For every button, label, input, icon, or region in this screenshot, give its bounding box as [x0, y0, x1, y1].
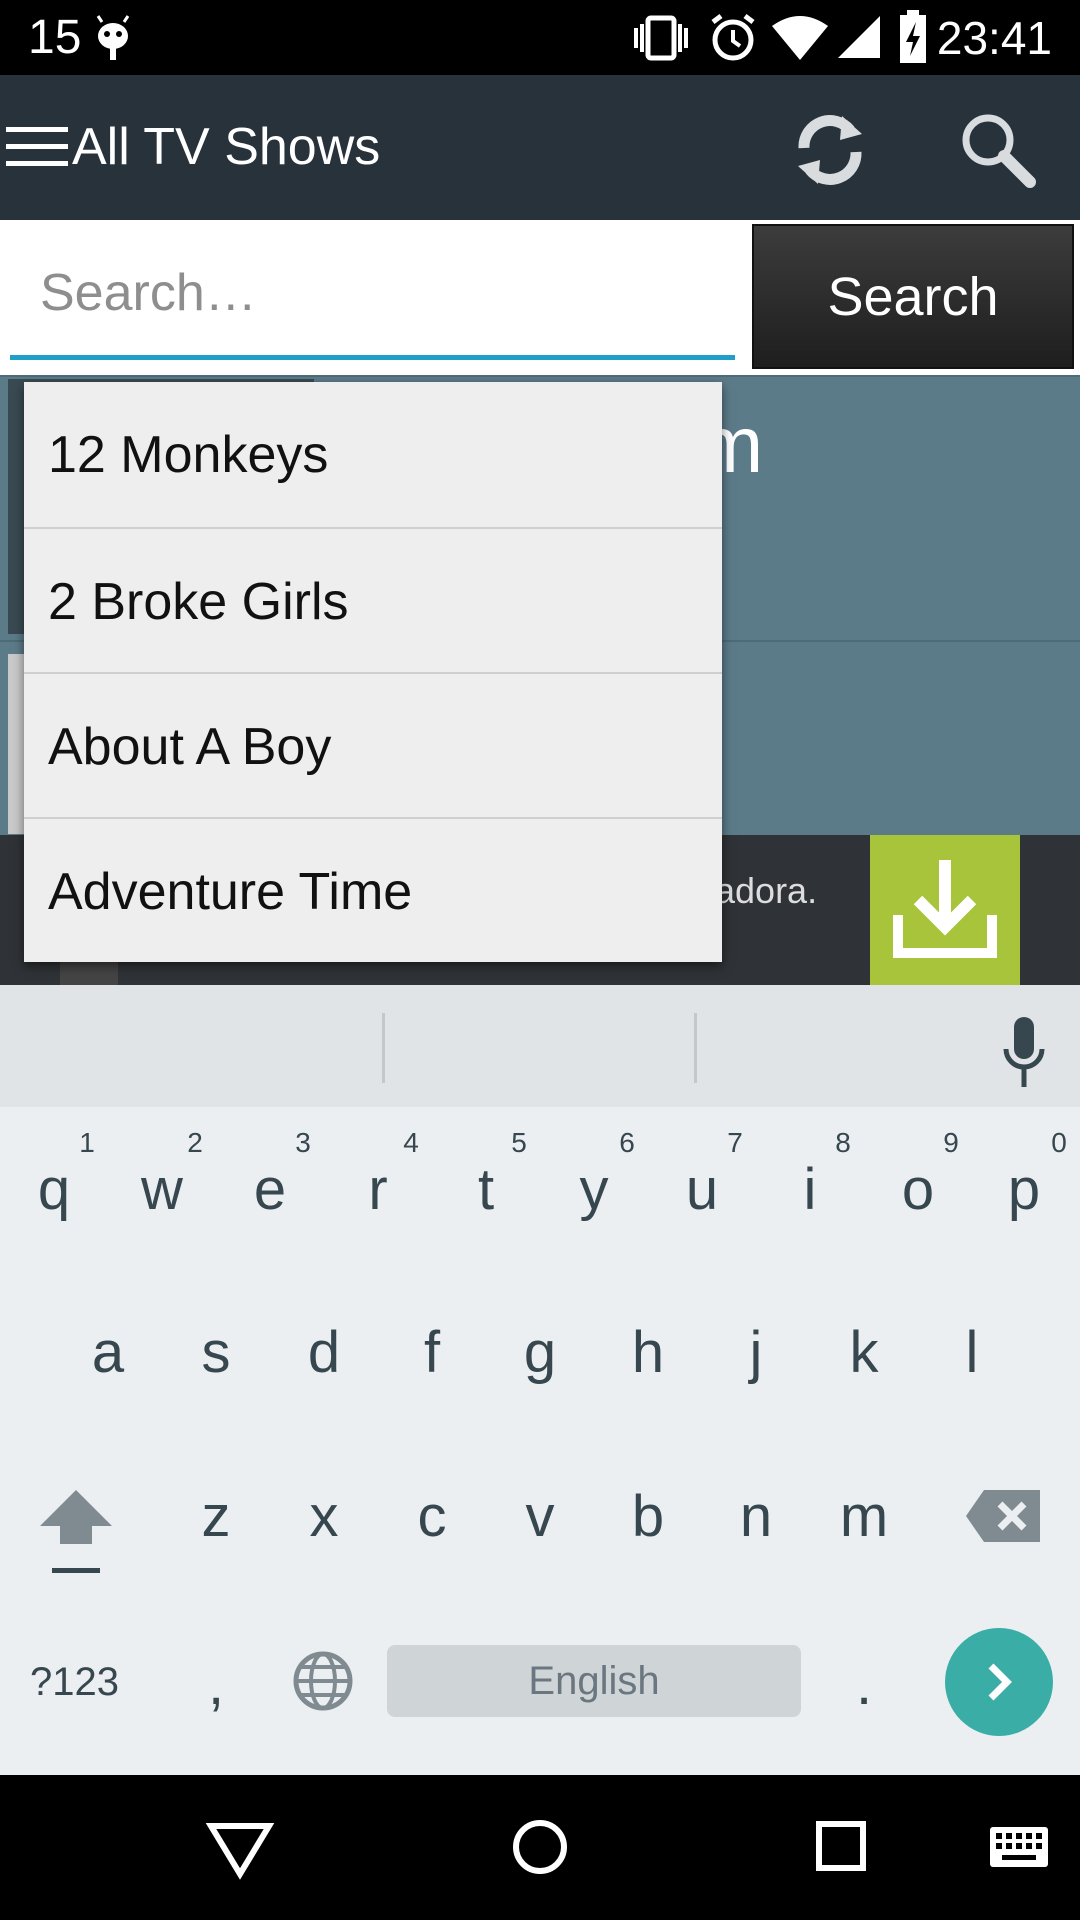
- key-d[interactable]: d: [284, 1318, 364, 1388]
- enter-key[interactable]: [945, 1628, 1053, 1736]
- key-x[interactable]: x: [284, 1482, 364, 1552]
- key-t[interactable]: t: [446, 1155, 526, 1225]
- download-icon: [893, 860, 997, 958]
- android-debug-icon: [96, 15, 130, 60]
- key-q[interactable]: q: [14, 1155, 94, 1225]
- alarm-icon: [711, 14, 755, 61]
- recents-icon[interactable]: [815, 1820, 867, 1872]
- key-z[interactable]: z: [176, 1482, 256, 1552]
- menu-icon[interactable]: [6, 125, 68, 169]
- key-e[interactable]: e: [230, 1155, 310, 1225]
- key-v[interactable]: v: [500, 1482, 580, 1552]
- battery-charging-icon: [900, 10, 926, 63]
- globe-icon[interactable]: [292, 1650, 354, 1712]
- search-button[interactable]: Search: [752, 224, 1074, 369]
- search-icon[interactable]: [958, 110, 1038, 190]
- vibrate-icon: [634, 15, 688, 61]
- wifi-icon: [772, 16, 828, 60]
- suggestion-strip[interactable]: [0, 985, 1080, 1107]
- key-period[interactable]: .: [824, 1650, 904, 1720]
- key-k[interactable]: k: [824, 1318, 904, 1388]
- symbols-key[interactable]: ?123: [30, 1660, 119, 1705]
- key-b[interactable]: b: [608, 1482, 688, 1552]
- autocomplete-dropdown: 12 Monkeys 2 Broke Girls About A Boy Adv…: [24, 382, 722, 962]
- page-title: All TV Shows: [72, 118, 381, 176]
- backspace-icon[interactable]: [964, 1488, 1044, 1544]
- key-h[interactable]: h: [608, 1318, 688, 1388]
- key-m[interactable]: m: [824, 1482, 904, 1552]
- navigation-bar: [0, 1775, 1080, 1920]
- key-s[interactable]: s: [176, 1318, 256, 1388]
- back-icon[interactable]: [205, 1820, 275, 1880]
- key-f[interactable]: f: [392, 1318, 472, 1388]
- search-input[interactable]: [10, 230, 735, 360]
- divider: [694, 1013, 697, 1083]
- dropdown-item[interactable]: 12 Monkeys: [24, 382, 722, 527]
- ad-text: adora.: [715, 870, 818, 911]
- app-bar: All TV Shows: [0, 75, 1080, 220]
- key-a[interactable]: a: [68, 1318, 148, 1388]
- home-icon[interactable]: [510, 1817, 570, 1877]
- ad-download-button[interactable]: [870, 835, 1020, 985]
- chevron-right-icon: [988, 1663, 1012, 1701]
- key-u[interactable]: u: [662, 1155, 742, 1225]
- microphone-icon[interactable]: [1000, 1015, 1048, 1095]
- key-comma[interactable]: ,: [176, 1650, 256, 1720]
- refresh-icon[interactable]: [790, 110, 870, 190]
- key-c[interactable]: c: [392, 1482, 472, 1552]
- key-y[interactable]: y: [554, 1155, 634, 1225]
- status-number: 15: [28, 11, 82, 64]
- dropdown-item[interactable]: Adventure Time: [24, 819, 722, 964]
- keyboard-switch-icon[interactable]: [988, 1825, 1050, 1869]
- divider: [382, 1013, 385, 1083]
- key-n[interactable]: n: [716, 1482, 796, 1552]
- status-time: 23:41: [936, 12, 1052, 64]
- key-o[interactable]: o: [878, 1155, 958, 1225]
- dropdown-item[interactable]: 2 Broke Girls: [24, 529, 722, 674]
- dropdown-item[interactable]: About A Boy: [24, 674, 722, 819]
- key-w[interactable]: w: [122, 1155, 202, 1225]
- key-r[interactable]: r: [338, 1155, 418, 1225]
- key-g[interactable]: g: [500, 1318, 580, 1388]
- key-p[interactable]: p: [984, 1155, 1064, 1225]
- shift-icon[interactable]: [36, 1488, 116, 1578]
- key-j[interactable]: j: [716, 1318, 796, 1388]
- key-l[interactable]: l: [932, 1318, 1012, 1388]
- cell-signal-icon: [838, 16, 880, 58]
- status-bar: 15 23:41: [0, 0, 1080, 75]
- space-bar[interactable]: English: [387, 1645, 801, 1717]
- key-i[interactable]: i: [770, 1155, 850, 1225]
